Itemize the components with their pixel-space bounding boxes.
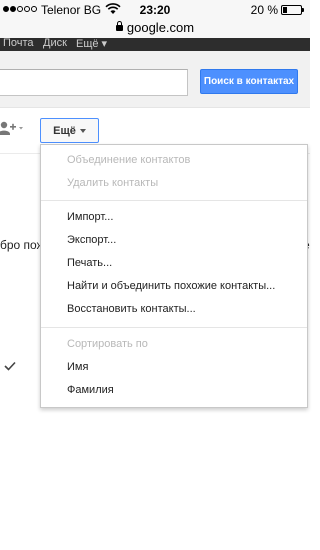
gbar-link-more[interactable]: Ещё ▾ [76,37,107,50]
menu-item-find-duplicates[interactable]: Найти и объединить похожие контакты... [67,280,275,292]
menu-item-delete-contacts: Удалить контакты [67,177,159,189]
more-button-label: Ещё [53,124,76,137]
menu-item-merge-contacts: Объединение контактов [67,154,191,166]
menu-item-print[interactable]: Печать... [67,257,112,269]
more-actions-menu: Объединение контактов Удалить контакты И… [40,144,308,408]
menu-divider [41,200,307,201]
menu-item-sort-first-name[interactable]: Имя [67,361,88,373]
menu-item-export[interactable]: Экспорт... [67,234,116,246]
checkmark-icon [4,361,16,371]
menu-divider [41,327,307,328]
battery-icon [281,5,304,15]
menu-item-sort-last-name[interactable]: Фамилия [67,384,114,396]
search-input[interactable] [0,69,188,96]
google-bar: Почта Диск Ещё ▾ [0,37,310,51]
gbar-link-drive[interactable]: Диск [43,37,67,49]
status-bar: Telenor BG 23:20 20 % [0,0,310,20]
background-text-left: бро пож [0,238,45,252]
search-header: Поиск в контактах [0,51,310,108]
url-domain: google.com [126,20,195,35]
caret-down-icon [79,128,86,133]
battery-percentage: 20 % [250,3,278,17]
gbar-link-mail[interactable]: Почта [3,37,34,49]
lock-icon [115,21,123,31]
menu-item-import[interactable]: Импорт... [67,211,113,223]
address-bar[interactable]: google.com [0,20,310,38]
add-contact-icon[interactable] [0,119,26,139]
menu-heading-sort-by: Сортировать по [67,338,148,350]
menu-item-restore-contacts[interactable]: Восстановить контакты... [67,303,196,315]
search-contacts-button[interactable]: Поиск в контактах [200,69,298,94]
more-button[interactable]: Ещё [40,118,99,143]
